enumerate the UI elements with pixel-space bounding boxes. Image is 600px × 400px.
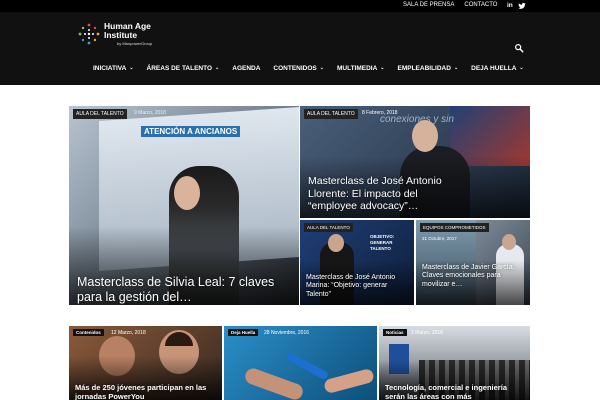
featured-top-right-post[interactable]: conexiones y sin AULA DEL TALENTO 8 Febr… <box>300 106 530 218</box>
post-title[interactable]: Masterclass de Javier García: Claves emo… <box>422 264 522 289</box>
nav-item-iniciativa[interactable]: INICIATIVA ⌄ <box>93 61 134 75</box>
category-badge[interactable]: Contenidos <box>73 329 104 336</box>
logo-burst-icon <box>78 23 100 45</box>
linkedin-icon[interactable]: in <box>507 2 513 9</box>
post-date: 8 Febrero, 2018 <box>362 110 398 116</box>
twitter-icon[interactable] <box>518 2 526 10</box>
post-title[interactable]: Masterclass de Silvia Leal: 7 claves par… <box>77 275 277 305</box>
category-badge[interactable]: AULA DEL TALENTO <box>304 109 358 119</box>
featured-small-left-post[interactable]: OBJETIVO: GENERAR TALENTO AULA DEL TALEN… <box>300 220 414 305</box>
category-badge[interactable]: EQUIPOS COMPROMETIDOS <box>420 223 489 232</box>
post-title[interactable]: Masterclass de José Antonio Marina: “Obj… <box>306 274 406 299</box>
category-badge[interactable]: Deja Huella <box>228 329 259 336</box>
post-date: 1 Marzo, 2018 <box>411 330 443 336</box>
slide-text: ATENCIÓN A ANCIANOS <box>141 126 241 137</box>
category-badge[interactable]: Noticias <box>383 329 407 336</box>
chevron-down-icon: ⌄ <box>129 65 134 71</box>
nav-item-multimedia[interactable]: MULTIMEDIA ⌄ <box>337 61 385 75</box>
chevron-down-icon: ⌄ <box>380 65 385 71</box>
chevron-down-icon: ⌄ <box>215 65 220 71</box>
post-card[interactable]: Deja Huella 28 Noviembre, 2016 <box>224 326 377 400</box>
featured-small-right-post[interactable]: EQUIPOS COMPROMETIDOS 21 Octubre, 2017 M… <box>416 220 530 305</box>
press-room-link[interactable]: SALA DE PRENSA <box>403 2 454 8</box>
category-badge[interactable]: AULA DEL TALENTO <box>304 223 353 232</box>
post-date: 21 Octubre, 2017 <box>422 236 457 241</box>
logo-byline: by ManpowerGroup <box>117 41 153 46</box>
slide-text: OBJETIVO: GENERAR TALENTO <box>370 234 395 251</box>
post-title[interactable]: Masterclass de José Antonio Llorente: El… <box>308 175 458 213</box>
featured-main-post[interactable]: ATENCIÓN A ANCIANOS AULA DEL TALENTO 9 M… <box>69 106 299 305</box>
post-date: 9 Marzo, 2018 <box>134 110 166 116</box>
contact-link[interactable]: CONTACTO <box>464 2 497 8</box>
site-header: Human Age Institute by ManpowerGroup INI… <box>0 12 600 85</box>
post-date: 12 Marzo, 2018 <box>111 330 146 336</box>
nav-item-agenda[interactable]: AGENDA <box>232 61 260 75</box>
logo-line-2: Institute <box>104 30 138 40</box>
top-bar: SALA DE PRENSA CONTACTO in <box>0 0 600 12</box>
post-card[interactable]: Contenidos 12 Marzo, 2018 Más de 250 jóv… <box>69 326 222 400</box>
chevron-down-icon: ⌄ <box>453 65 459 71</box>
nav-item-empleabilidad[interactable]: EMPLEABILIDAD ⌄ <box>398 61 459 75</box>
post-card[interactable]: Noticias 1 Marzo, 2018 Tecnología, comer… <box>379 326 530 400</box>
chevron-down-icon: ⌄ <box>319 65 324 71</box>
main-nav: INICIATIVA ⌄ ÁREAS DE TALENTO ⌄ AGENDA CON… <box>93 61 524 75</box>
post-date: 28 Noviembre, 2016 <box>264 330 310 336</box>
post-image <box>224 326 377 400</box>
site-logo[interactable]: Human Age Institute by ManpowerGroup <box>77 20 187 50</box>
search-icon[interactable] <box>514 43 524 53</box>
post-title[interactable]: Tecnología, comercial e ingeniería serán… <box>385 383 529 400</box>
nav-item-deja-huella[interactable]: DEJA HUELLA ⌄ <box>471 61 523 75</box>
post-title[interactable]: Más de 250 jóvenes participan en las jor… <box>75 383 221 400</box>
chevron-down-icon: ⌄ <box>519 65 524 71</box>
category-badge[interactable]: AULA DEL TALENTO <box>73 109 127 119</box>
nav-item-areas-de-talento[interactable]: ÁREAS DE TALENTO ⌄ <box>147 61 220 75</box>
post-image <box>416 220 530 305</box>
nav-item-contenidos[interactable]: CONTENIDOS ⌄ <box>273 61 324 75</box>
